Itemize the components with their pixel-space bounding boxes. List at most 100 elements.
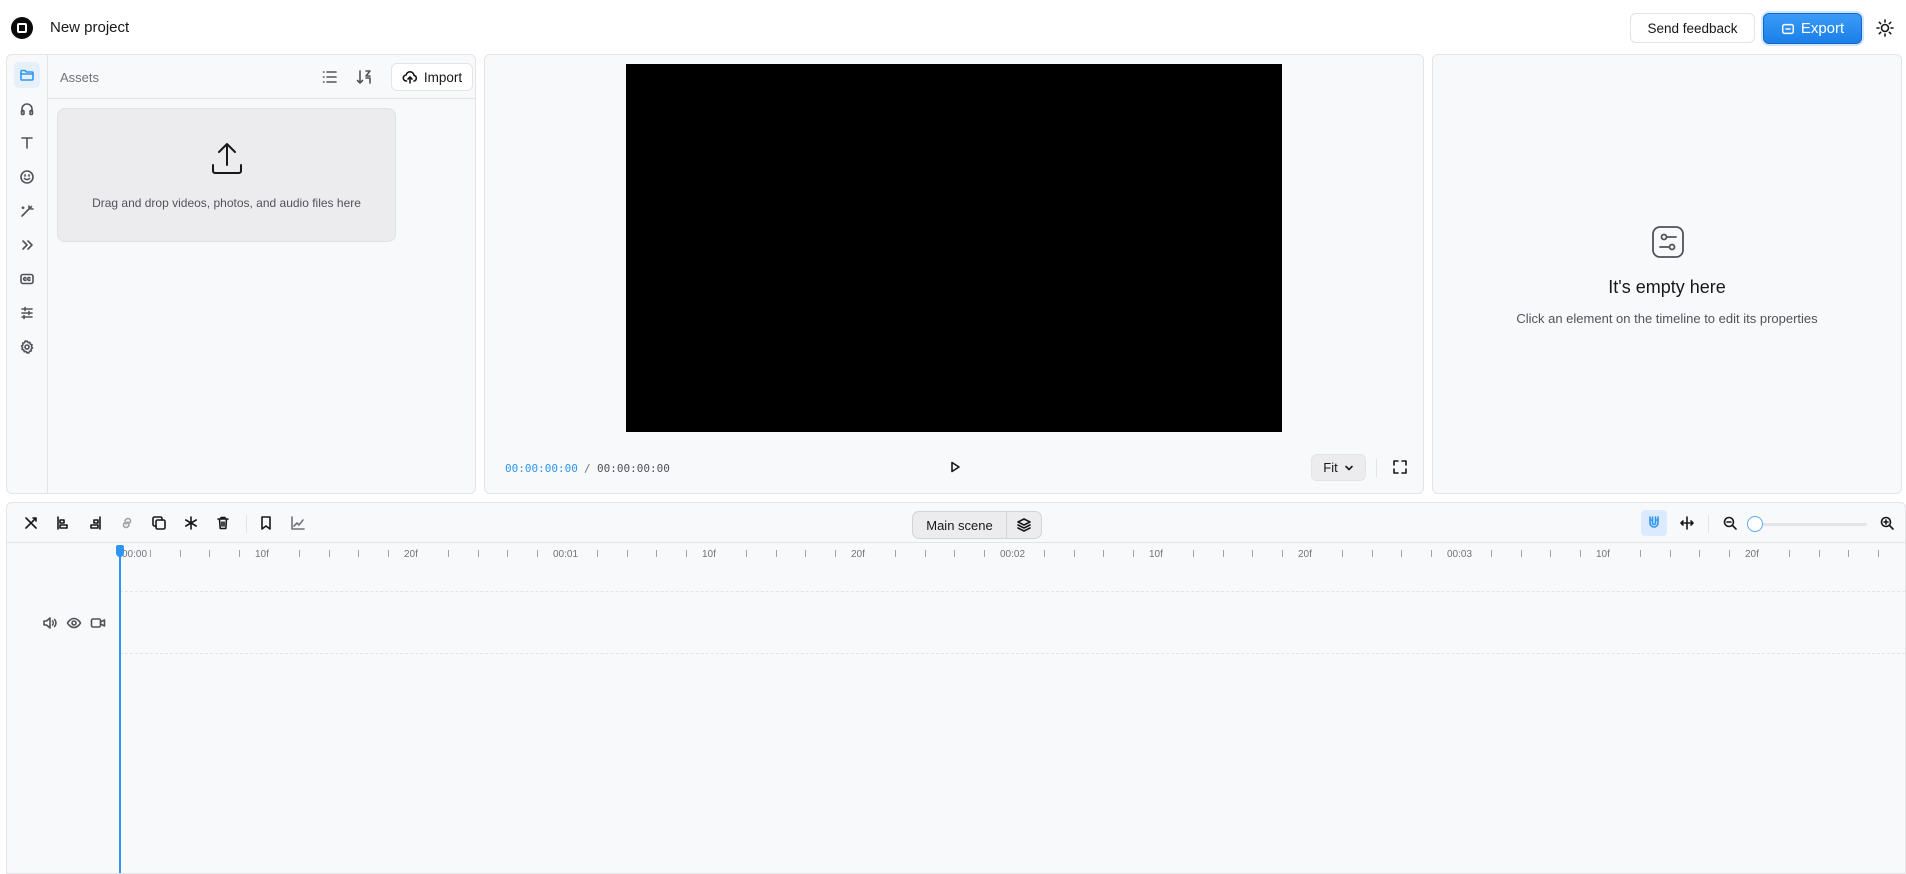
freeze-button[interactable] — [181, 513, 201, 533]
ruler-tick — [835, 550, 837, 557]
align-start-icon — [57, 516, 68, 530]
ruler-tick — [1550, 550, 1552, 557]
tool-rail — [7, 55, 48, 493]
sort-icon[interactable] — [354, 67, 374, 87]
zoom-slider-handle[interactable] — [1747, 516, 1763, 532]
chevron-down-icon — [1344, 465, 1353, 470]
zoom-fit-select[interactable]: Fit — [1311, 454, 1366, 481]
video-camera-icon — [90, 618, 106, 628]
ruler-tick — [745, 550, 747, 557]
track-video-button[interactable] — [90, 615, 106, 631]
ruler-tick — [954, 550, 956, 557]
bookmark-button[interactable] — [256, 513, 276, 533]
theme-toggle-sun-icon[interactable] — [1875, 18, 1895, 38]
ruler-tick — [358, 550, 360, 557]
ruler-tick — [1252, 550, 1254, 557]
play-button[interactable] — [946, 458, 964, 476]
scene-label[interactable]: Main scene — [913, 512, 1007, 538]
link-button[interactable] — [117, 513, 137, 533]
rail-assets-button[interactable] — [14, 62, 40, 88]
align-end-icon — [90, 516, 101, 530]
project-title[interactable]: New project — [50, 19, 129, 36]
rail-effects-button[interactable] — [14, 198, 40, 224]
upload-dropzone[interactable]: Drag and drop videos, photos, and audio … — [57, 108, 396, 242]
move-horizontal-icon — [1680, 516, 1694, 530]
ruler-tick — [209, 550, 211, 557]
ruler-tick — [477, 550, 479, 557]
zoom-slider-track[interactable] — [1757, 523, 1867, 526]
ruler-tick — [1192, 550, 1194, 557]
scenes-button[interactable] — [1007, 512, 1041, 538]
duplicate-button[interactable] — [149, 513, 169, 533]
hide-track-button[interactable] — [66, 615, 82, 631]
align-end-button[interactable] — [85, 513, 105, 533]
split-button[interactable] — [21, 513, 41, 533]
delete-button[interactable] — [213, 513, 233, 533]
playhead-line[interactable] — [119, 547, 121, 873]
assets-title: Assets — [60, 70, 100, 85]
export-button[interactable]: Export — [1763, 13, 1862, 44]
fullscreen-button[interactable] — [1391, 458, 1409, 476]
rail-text-button[interactable] — [14, 130, 40, 156]
keyframe-graph-button[interactable] — [288, 513, 308, 533]
import-label: Import — [423, 69, 463, 85]
rail-captions-button[interactable] — [14, 266, 40, 292]
zoom-in-icon — [1880, 516, 1894, 530]
rail-transitions-button[interactable] — [14, 232, 40, 258]
ruler-tick — [1490, 550, 1492, 557]
assets-panel: Assets Import Drag and drop videos, phot… — [6, 54, 476, 494]
ruler-label: 10f — [1149, 549, 1163, 560]
ruler-tick — [1818, 550, 1820, 557]
gear-icon — [20, 340, 34, 354]
app-logo[interactable] — [11, 17, 33, 39]
track-lane[interactable] — [120, 591, 1905, 654]
align-start-button[interactable] — [53, 513, 73, 533]
playhead-handle[interactable] — [116, 545, 124, 557]
scene-switcher[interactable]: Main scene — [912, 511, 1042, 539]
mute-track-button[interactable] — [42, 615, 58, 631]
ruler-tick — [1520, 550, 1522, 557]
ruler-tick — [1043, 550, 1045, 557]
bookmark-icon — [261, 516, 271, 530]
rail-adjust-button[interactable] — [14, 300, 40, 326]
zoom-out-button[interactable] — [1720, 513, 1740, 533]
ruler-tick — [1729, 550, 1731, 557]
current-time: 00:00:00:00 — [505, 462, 578, 475]
video-canvas[interactable] — [626, 64, 1282, 432]
play-icon — [951, 461, 960, 473]
timeline-ruler[interactable]: 00:00 10f 20f 00:01 10f 20f 00:02 10f 20f 00:03 10… — [120, 543, 1905, 569]
ripple-edit-button[interactable] — [1677, 513, 1697, 533]
graph-icon — [291, 516, 305, 530]
ruler-tick — [1133, 550, 1135, 557]
rail-stickers-button[interactable] — [14, 164, 40, 190]
link-icon — [122, 517, 132, 529]
ruler-label: 00:02 — [1000, 549, 1026, 560]
total-duration: 00:00:00:00 — [597, 462, 670, 475]
duplicate-icon — [152, 516, 166, 530]
rail-settings-button[interactable] — [14, 334, 40, 360]
toolbar-divider — [1708, 515, 1709, 533]
send-feedback-button[interactable]: Send feedback — [1630, 13, 1755, 43]
rail-audio-button[interactable] — [14, 96, 40, 122]
trash-icon — [217, 516, 229, 530]
ruler-tick — [1341, 550, 1343, 557]
ruler-label: 20f — [1298, 549, 1312, 560]
ruler-tick — [1282, 550, 1284, 557]
list-view-icon[interactable] — [320, 67, 340, 87]
ruler-tick — [1788, 550, 1790, 557]
ruler-tick — [298, 550, 300, 557]
time-separator: / — [584, 462, 591, 475]
ruler-tick — [1669, 550, 1671, 557]
ruler-tick — [1222, 550, 1224, 557]
chevrons-right-icon — [22, 240, 33, 250]
ruler-tick — [924, 550, 926, 557]
ruler-label: 00:00 — [122, 549, 148, 560]
ruler-tick — [1371, 550, 1373, 557]
snap-toggle-button[interactable] — [1641, 510, 1667, 536]
assets-header: Assets Import — [48, 55, 475, 99]
ruler-label: 10f — [702, 549, 716, 560]
properties-icon — [1651, 225, 1685, 259]
folder-icon — [20, 69, 34, 81]
zoom-in-button[interactable] — [1877, 513, 1897, 533]
import-button[interactable]: Import — [391, 63, 473, 91]
